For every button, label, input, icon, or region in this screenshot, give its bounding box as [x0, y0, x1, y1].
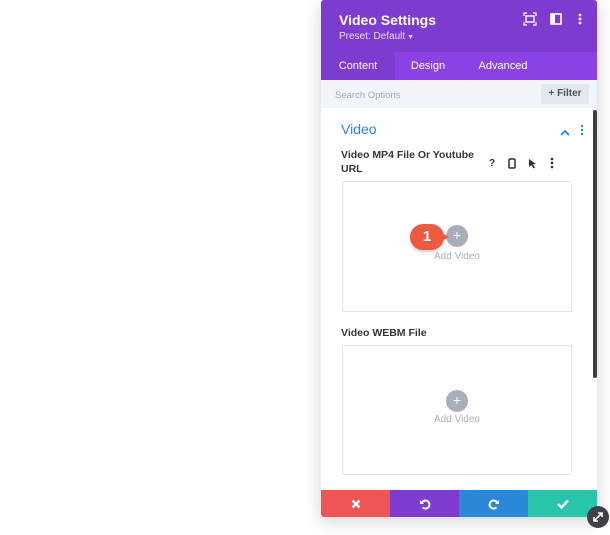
- add-video-label[interactable]: Add Video: [343, 414, 571, 425]
- expand-icon[interactable]: [523, 12, 537, 26]
- panel-footer: [321, 490, 597, 517]
- pointer-icon[interactable]: [524, 155, 540, 171]
- mobile-icon[interactable]: [504, 155, 520, 171]
- filter-bar: + Filter: [321, 80, 597, 108]
- panel-header: Video Settings Preset: Default ▼: [321, 0, 597, 52]
- field-label-webm: Video WEBM File: [341, 327, 427, 339]
- undo-icon: [419, 498, 431, 510]
- tab-bar: Content Design Advanced: [321, 52, 597, 80]
- split-view-icon[interactable]: [549, 12, 563, 26]
- tab-design[interactable]: Design: [395, 52, 461, 80]
- redo-button[interactable]: [459, 490, 528, 517]
- add-video-plus-icon[interactable]: +: [446, 390, 468, 412]
- resize-handle-icon[interactable]: [587, 506, 609, 528]
- scrollbar[interactable]: [593, 110, 597, 378]
- help-icon[interactable]: ?: [484, 155, 500, 171]
- field-more-icon[interactable]: [544, 155, 560, 171]
- add-video-plus-icon[interactable]: +: [446, 225, 468, 247]
- caret-down-icon: ▼: [407, 34, 415, 41]
- search-input[interactable]: [333, 85, 537, 105]
- settings-panel: Video Settings Preset: Default ▼ Content …: [321, 0, 597, 517]
- more-vertical-icon[interactable]: [573, 12, 587, 26]
- step-badge: 1: [410, 224, 449, 250]
- video-upload-webm[interactable]: + Add Video: [342, 345, 572, 475]
- discard-button[interactable]: [321, 490, 390, 517]
- filter-button[interactable]: + Filter: [541, 84, 589, 104]
- panel-title: Video Settings: [339, 12, 436, 28]
- section-title[interactable]: Video: [341, 121, 377, 137]
- section-menu-icon[interactable]: [580, 123, 584, 141]
- chevron-up-icon[interactable]: [560, 124, 570, 142]
- redo-icon: [488, 498, 500, 510]
- preset-label: Preset: Default: [339, 31, 406, 42]
- field-label-mp4: Video MP4 File Or Youtube URL: [341, 149, 475, 175]
- preset-dropdown[interactable]: Preset: Default ▼: [339, 31, 414, 42]
- undo-button[interactable]: [390, 490, 459, 517]
- add-video-label[interactable]: Add Video: [343, 251, 571, 262]
- tab-content[interactable]: Content: [321, 52, 395, 80]
- video-upload-mp4[interactable]: + Add Video: [342, 181, 572, 312]
- close-icon: [351, 499, 361, 509]
- check-icon: [556, 499, 569, 509]
- tab-advanced[interactable]: Advanced: [461, 52, 545, 80]
